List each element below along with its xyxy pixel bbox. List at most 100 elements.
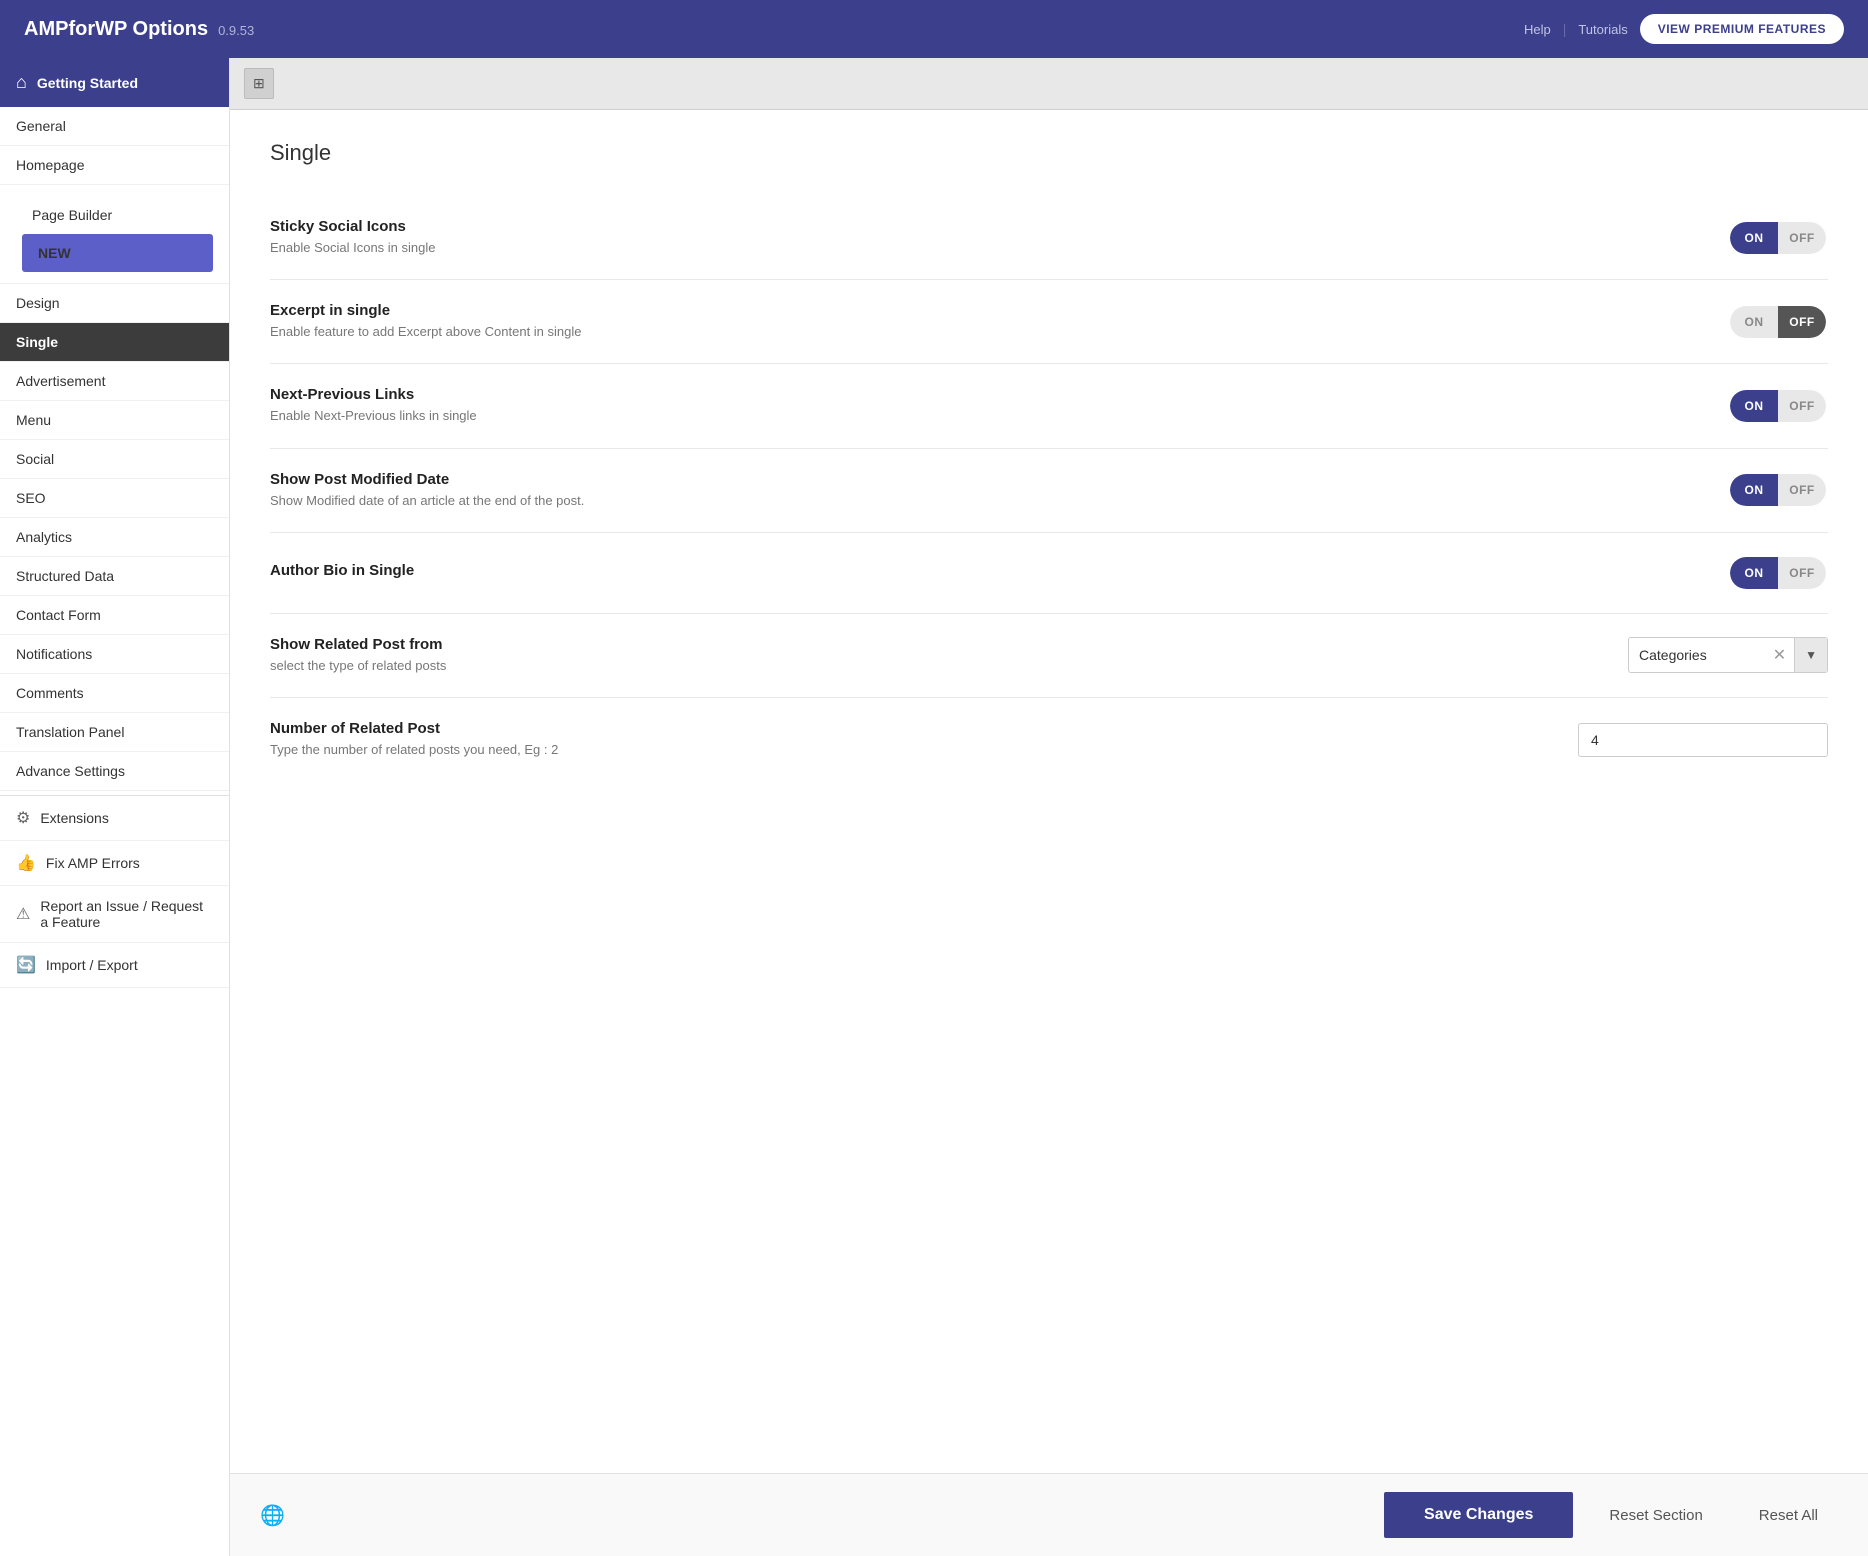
layout: ⌂ Getting Started General Homepage Page …	[0, 58, 1868, 1556]
sticky-social-icons-control: ON OFF	[1728, 220, 1828, 256]
sidebar-link-analytics[interactable]: Analytics	[0, 518, 229, 556]
author-bio-title: Author Bio in Single	[270, 562, 1688, 579]
setting-related-post: Show Related Post from select the type o…	[270, 614, 1828, 698]
sidebar-item-contact-form[interactable]: Contact Form	[0, 596, 229, 635]
sidebar-item-seo[interactable]: SEO	[0, 479, 229, 518]
gear-icon: ⚙	[16, 808, 30, 828]
next-prev-label-group: Next-Previous Links Enable Next-Previous…	[270, 386, 1688, 425]
sidebar-item-social[interactable]: Social	[0, 440, 229, 479]
related-post-desc: select the type of related posts	[270, 657, 1588, 675]
sidebar-item-notifications[interactable]: Notifications	[0, 635, 229, 674]
modified-date-title: Show Post Modified Date	[270, 471, 1688, 488]
sidebar-item-menu[interactable]: Menu	[0, 401, 229, 440]
getting-started-label: Getting Started	[37, 75, 138, 91]
dropdown-clear-icon[interactable]: ✕	[1765, 645, 1794, 665]
dropdown-arrow-icon[interactable]: ▼	[1794, 638, 1827, 672]
toggle-off-label[interactable]: OFF	[1778, 474, 1826, 506]
sidebar-link-menu[interactable]: Menu	[0, 401, 229, 439]
sidebar-getting-started[interactable]: ⌂ Getting Started	[0, 58, 229, 107]
sidebar: ⌂ Getting Started General Homepage Page …	[0, 58, 230, 1556]
thumbsup-icon: 👍	[16, 853, 36, 873]
sidebar-link-advance-settings[interactable]: Advance Settings	[0, 752, 229, 790]
sidebar-link-social[interactable]: Social	[0, 440, 229, 478]
save-changes-button[interactable]: Save Changes	[1384, 1492, 1573, 1538]
sidebar-item-fix-amp-errors[interactable]: 👍 Fix AMP Errors	[0, 841, 229, 886]
sidebar-link-translation-panel[interactable]: Translation Panel	[0, 713, 229, 751]
import-export-label: Import / Export	[46, 957, 138, 973]
excerpt-desc: Enable feature to add Excerpt above Cont…	[270, 323, 1688, 341]
sidebar-item-report-issue[interactable]: ⚠ Report an Issue / Request a Feature	[0, 886, 229, 943]
sidebar-item-extensions[interactable]: ⚙ Extensions	[0, 796, 229, 841]
next-prev-desc: Enable Next-Previous links in single	[270, 407, 1688, 425]
toggle-on-label[interactable]: ON	[1730, 222, 1778, 254]
sticky-social-icons-toggle[interactable]: ON OFF	[1728, 220, 1828, 256]
setting-excerpt-in-single: Excerpt in single Enable feature to add …	[270, 280, 1828, 364]
modified-date-toggle[interactable]: ON OFF	[1728, 472, 1828, 508]
toggle-off-label[interactable]: OFF	[1778, 222, 1826, 254]
sidebar-link-advertisement[interactable]: Advertisement	[0, 362, 229, 400]
main-toolbar: ⊞	[230, 58, 1868, 110]
related-post-value: Categories	[1629, 647, 1765, 663]
sticky-social-icons-title: Sticky Social Icons	[270, 218, 1688, 235]
toggle-on-label[interactable]: ON	[1730, 306, 1778, 338]
sidebar-item-advance-settings[interactable]: Advance Settings	[0, 752, 229, 791]
toggle-off-label[interactable]: OFF	[1778, 390, 1826, 422]
sidebar-link-homepage[interactable]: Homepage	[0, 146, 229, 184]
reset-section-button[interactable]: Reset Section	[1589, 1493, 1722, 1538]
sidebar-item-design[interactable]: Design	[0, 284, 229, 323]
refresh-icon: 🔄	[16, 955, 36, 975]
num-related-post-input[interactable]	[1578, 723, 1828, 757]
toggle-on-label[interactable]: ON	[1730, 474, 1778, 506]
sidebar-link-seo[interactable]: SEO	[0, 479, 229, 517]
toggle-off-label[interactable]: OFF	[1778, 306, 1826, 338]
sidebar-link-structured-data[interactable]: Structured Data	[0, 557, 229, 595]
app-version: 0.9.53	[218, 23, 254, 38]
sidebar-item-single[interactable]: Single	[0, 323, 229, 362]
sidebar-item-page-builder[interactable]: Page Builder NEW	[0, 185, 229, 284]
toggle-off-label[interactable]: OFF	[1778, 557, 1826, 589]
sidebar-item-translation-panel[interactable]: Translation Panel	[0, 713, 229, 752]
grid-view-button[interactable]: ⊞	[244, 68, 274, 99]
sidebar-link-design[interactable]: Design	[0, 284, 229, 322]
reset-all-button[interactable]: Reset All	[1739, 1493, 1838, 1538]
tutorials-link[interactable]: Tutorials	[1578, 22, 1627, 37]
footer-left: 🌐	[260, 1503, 285, 1528]
num-related-post-desc: Type the number of related posts you nee…	[270, 741, 1538, 759]
page-builder-label: Page Builder	[16, 196, 213, 234]
toggle-on-label[interactable]: ON	[1730, 557, 1778, 589]
setting-author-bio: Author Bio in Single ON OFF	[270, 533, 1828, 614]
sidebar-link-general[interactable]: General	[0, 107, 229, 145]
main-area: ⊞ Single Sticky Social Icons Enable Soci…	[230, 58, 1868, 1556]
setting-num-related-post: Number of Related Post Type the number o…	[270, 698, 1828, 781]
num-related-post-label-group: Number of Related Post Type the number o…	[270, 720, 1538, 759]
excerpt-control: ON OFF	[1728, 304, 1828, 340]
sidebar-link-page-builder[interactable]: Page Builder NEW	[0, 185, 229, 283]
sidebar-link-comments[interactable]: Comments	[0, 674, 229, 712]
sticky-social-icons-desc: Enable Social Icons in single	[270, 239, 1688, 257]
header-left: AMPforWP Options 0.9.53	[24, 18, 254, 41]
next-prev-title: Next-Previous Links	[270, 386, 1688, 403]
sidebar-item-general[interactable]: General	[0, 107, 229, 146]
next-prev-toggle[interactable]: ON OFF	[1728, 388, 1828, 424]
sidebar-item-analytics[interactable]: Analytics	[0, 518, 229, 557]
author-bio-toggle[interactable]: ON OFF	[1728, 555, 1828, 591]
sidebar-link-single[interactable]: Single	[0, 323, 229, 361]
header: AMPforWP Options 0.9.53 Help | Tutorials…	[0, 0, 1868, 58]
sidebar-item-advertisement[interactable]: Advertisement	[0, 362, 229, 401]
sidebar-item-structured-data[interactable]: Structured Data	[0, 557, 229, 596]
page-title: Single	[270, 140, 1828, 166]
header-right: Help | Tutorials VIEW PREMIUM FEATURES	[1524, 14, 1844, 44]
related-post-dropdown[interactable]: Categories ✕ ▼	[1628, 637, 1828, 673]
premium-button[interactable]: VIEW PREMIUM FEATURES	[1640, 14, 1844, 44]
extensions-label: Extensions	[40, 810, 108, 826]
excerpt-toggle[interactable]: ON OFF	[1728, 304, 1828, 340]
related-post-title: Show Related Post from	[270, 636, 1588, 653]
related-post-label-group: Show Related Post from select the type o…	[270, 636, 1588, 675]
toggle-on-label[interactable]: ON	[1730, 390, 1778, 422]
sidebar-item-homepage[interactable]: Homepage	[0, 146, 229, 185]
sidebar-item-import-export[interactable]: 🔄 Import / Export	[0, 943, 229, 988]
sidebar-link-contact-form[interactable]: Contact Form	[0, 596, 229, 634]
sidebar-item-comments[interactable]: Comments	[0, 674, 229, 713]
sidebar-link-notifications[interactable]: Notifications	[0, 635, 229, 673]
help-link[interactable]: Help	[1524, 22, 1551, 37]
